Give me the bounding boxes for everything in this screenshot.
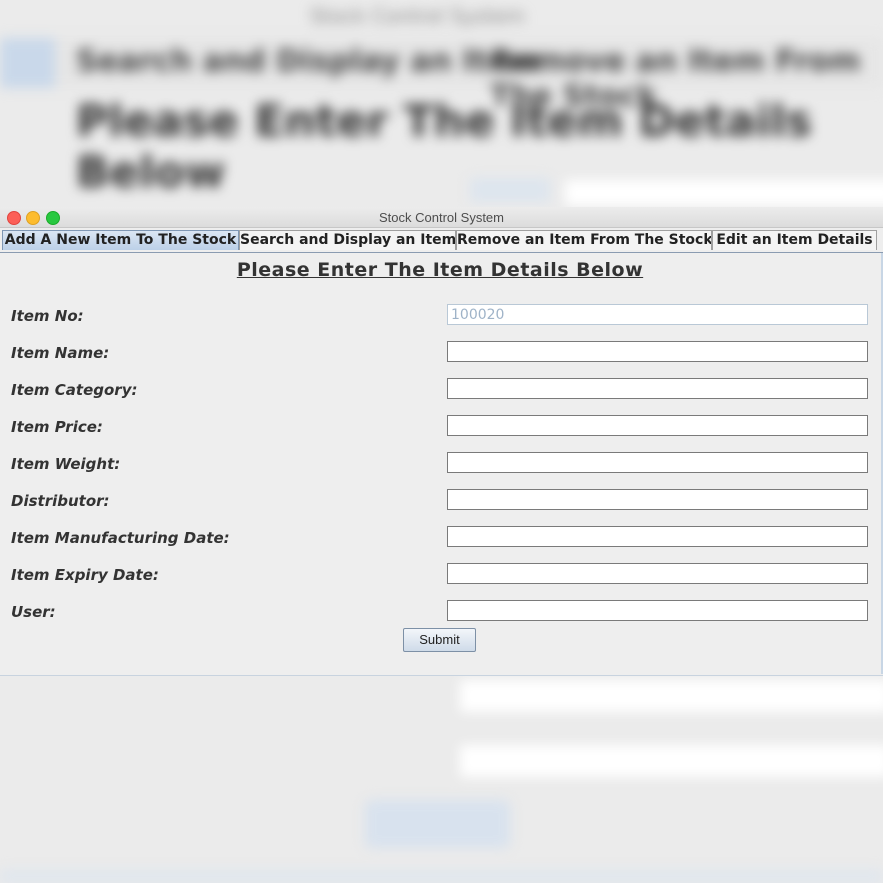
item-price-field[interactable] [447, 415, 868, 436]
item-name-label: Item Name: [11, 344, 110, 362]
tab-edit-item[interactable]: Edit an Item Details [712, 230, 877, 250]
bg-field [565, 180, 883, 206]
item-category-field[interactable] [447, 378, 868, 399]
item-no-label: Item No: [11, 307, 84, 325]
bg-field [460, 680, 883, 712]
user-field[interactable] [447, 600, 868, 621]
manufacturing-date-field[interactable] [447, 526, 868, 547]
bg-field [470, 178, 550, 202]
bg-submit-button [365, 800, 510, 848]
bg-tabbar [0, 38, 883, 88]
item-no-field [447, 304, 868, 325]
submit-button[interactable]: Submit [403, 628, 476, 652]
expiry-date-field[interactable] [447, 563, 868, 584]
item-category-label: Item Category: [11, 381, 138, 399]
expiry-date-label: Item Expiry Date: [11, 566, 159, 584]
item-weight-field[interactable] [447, 452, 868, 473]
bg-heading: Please Enter The Item Details Below [76, 96, 812, 198]
distributor-label: Distributor: [11, 492, 110, 510]
bg-bottom-strip [0, 870, 883, 883]
item-name-field[interactable] [447, 341, 868, 362]
bg-tab-search: Search and Display an Item [76, 44, 540, 79]
item-price-label: Item Price: [11, 418, 103, 436]
bg-selected-tab [0, 38, 55, 88]
form-heading: Please Enter The Item Details Below [236, 259, 644, 281]
bg-field [460, 745, 883, 777]
tab-bar: Add A New Item To The Stock Search and D… [0, 228, 883, 253]
tab-remove-item[interactable]: Remove an Item From The Stock [456, 230, 712, 250]
item-weight-label: Item Weight: [11, 455, 121, 473]
bg-window-title: Stock Control System [310, 4, 525, 28]
window-title: Stock Control System [379, 210, 504, 225]
app-window: Stock Control System Add A New Item To T… [0, 207, 883, 676]
tab-add-item[interactable]: Add A New Item To The Stock [2, 230, 239, 250]
user-label: User: [11, 603, 56, 621]
distributor-field[interactable] [447, 489, 868, 510]
tab-search-item[interactable]: Search and Display an Item [239, 230, 456, 250]
add-item-panel: Please Enter The Item Details Below Item… [0, 253, 883, 674]
bg-tab-remove: Remove an Item From The Stock [490, 44, 861, 114]
title-bar: Stock Control System [0, 207, 883, 228]
manufacturing-date-label: Item Manufacturing Date: [11, 529, 230, 547]
